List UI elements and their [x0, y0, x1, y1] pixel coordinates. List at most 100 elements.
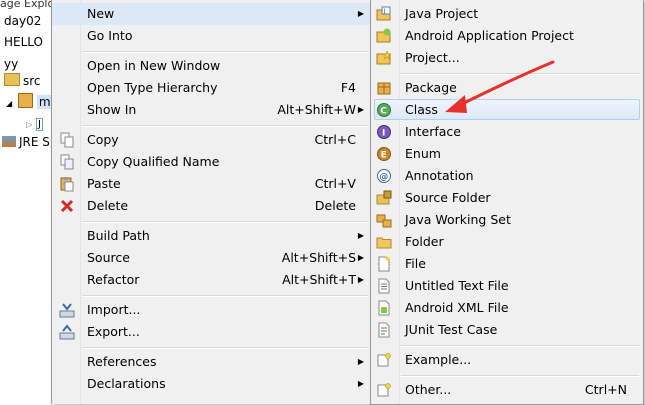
menu-item-new[interactable]: New ▶	[52, 3, 371, 25]
tree-item-jre[interactable]: JRE S	[2, 132, 50, 152]
menu-item-refactor[interactable]: Refactor Alt+Shift+T ▶	[52, 269, 371, 291]
submenu-item-source-folder[interactable]: Source Folder	[371, 187, 643, 209]
package-icon	[17, 93, 33, 108]
tree-item-day02[interactable]: day02	[4, 11, 41, 31]
submenu-item-label: Java Project	[405, 6, 479, 21]
menu-item-paste[interactable]: Paste Ctrl+V	[52, 173, 371, 195]
submenu-arrow-icon: ▶	[357, 357, 364, 366]
tree-item-label: JRE S	[19, 135, 50, 149]
shortcut-label: F4	[340, 80, 356, 95]
shortcut-label: Alt+Shift+T	[282, 272, 356, 287]
file-icon	[376, 256, 392, 272]
menu-item-label: Delete	[87, 198, 129, 213]
submenu-separator	[401, 73, 639, 75]
submenu-item-label: Folder	[405, 234, 444, 249]
source-folder-icon	[4, 73, 20, 86]
menu-item-label: Copy Qualified Name	[87, 154, 220, 169]
svg-text:C: C	[380, 107, 387, 117]
submenu-item-annotation[interactable]: @ Annotation	[371, 165, 643, 187]
menu-item-show-in[interactable]: Show In Alt+Shift+W ▶	[52, 99, 371, 121]
svg-text:@: @	[379, 173, 388, 183]
submenu-item-label: File	[405, 256, 426, 271]
submenu-item-label: JUnit Test Case	[405, 322, 498, 337]
submenu-item-java-working-set[interactable]: Java Working Set	[371, 209, 643, 231]
submenu-item-label: Annotation	[405, 168, 474, 183]
menu-item-label: Build Path	[87, 228, 150, 243]
menu-item-label: Paste	[87, 176, 121, 191]
menu-item-source[interactable]: Source Alt+Shift+S ▶	[52, 247, 371, 269]
export-icon	[59, 324, 75, 340]
tree-item-hello[interactable]: HELLO	[4, 32, 43, 52]
menu-item-export[interactable]: Export...	[52, 321, 371, 343]
submenu-item-java-project[interactable]: J Java Project	[371, 3, 643, 25]
source-folder-icon	[376, 190, 392, 206]
class-icon: C	[376, 102, 392, 118]
menu-item-build-path[interactable]: Build Path ▶	[52, 225, 371, 247]
tree-item-src[interactable]: src	[4, 71, 41, 91]
submenu-item-label: Untitled Text File	[405, 278, 509, 293]
submenu-item-label: Project...	[405, 50, 460, 65]
menu-item-copy-qualified-name[interactable]: Copy Qualified Name	[52, 151, 371, 173]
other-icon	[376, 382, 392, 398]
submenu-item-android-xml-file[interactable]: Android XML File	[371, 297, 643, 319]
menu-separator	[82, 295, 368, 297]
collapse-arrow-icon: ▷	[26, 120, 33, 129]
menu-item-label: Open Type Hierarchy	[87, 80, 218, 95]
tree-item-java-file[interactable]: ▷ J	[26, 113, 43, 133]
submenu-arrow-icon: ▶	[357, 9, 364, 18]
submenu-item-label: Java Working Set	[405, 212, 511, 227]
library-icon	[2, 136, 16, 147]
expand-arrow-icon: ◢	[6, 99, 13, 108]
folder-icon	[376, 234, 392, 250]
shortcut-label: Alt+Shift+S	[281, 250, 356, 265]
menu-item-label: References	[87, 354, 157, 369]
submenu-item-example[interactable]: Example...	[371, 349, 643, 371]
menu-item-delete[interactable]: Delete Delete	[52, 195, 371, 217]
submenu-item-label: Interface	[405, 124, 461, 139]
copy-qualified-icon	[59, 154, 75, 170]
submenu-arrow-icon: ▶	[357, 253, 364, 262]
submenu-item-label: Source Folder	[405, 190, 491, 205]
submenu-item-project[interactable]: Project...	[371, 47, 643, 69]
menu-separator	[82, 347, 368, 349]
context-menu: New ▶ Go Into Open in New Window Open Ty…	[51, 0, 371, 404]
submenu-item-other[interactable]: Other... Ctrl+N	[371, 379, 643, 401]
tree-item-package[interactable]: ◢ m	[6, 92, 53, 112]
submenu-item-interface[interactable]: I Interface	[371, 121, 643, 143]
menu-item-import[interactable]: Import...	[52, 299, 371, 321]
menu-item-declarations[interactable]: Declarations ▶	[52, 373, 371, 395]
menu-item-open-type-hierarchy[interactable]: Open Type Hierarchy F4	[52, 77, 371, 99]
example-icon	[376, 352, 392, 368]
submenu-arrow-icon: ▶	[357, 231, 364, 240]
menu-item-label: New	[87, 6, 115, 21]
submenu-item-untitled-text-file[interactable]: Untitled Text File	[371, 275, 643, 297]
project-icon	[376, 50, 392, 66]
java-project-icon: J	[376, 6, 392, 22]
submenu-item-class[interactable]: C Class	[371, 99, 643, 121]
shortcut-label: Ctrl+N	[584, 382, 627, 397]
submenu-arrow-icon: ▶	[357, 275, 364, 284]
submenu-item-junit-test-case[interactable]: JUnit Test Case	[371, 319, 643, 341]
submenu-item-label: Class	[405, 102, 438, 117]
menu-item-copy[interactable]: Copy Ctrl+C	[52, 129, 371, 151]
menu-item-open-in-new-window[interactable]: Open in New Window	[52, 55, 371, 77]
text-file-icon	[376, 278, 392, 294]
android-project-icon	[376, 28, 392, 44]
submenu-arrow-icon: ▶	[357, 379, 364, 388]
menu-item-references[interactable]: References ▶	[52, 351, 371, 373]
submenu-item-label: Other...	[405, 382, 452, 397]
delete-icon	[59, 198, 75, 214]
submenu-item-folder[interactable]: Folder	[371, 231, 643, 253]
shortcut-label: Delete	[314, 198, 356, 213]
submenu-item-package[interactable]: Package	[371, 77, 643, 99]
menu-separator	[82, 51, 368, 53]
menu-item-label: Declarations	[87, 376, 166, 391]
new-submenu: J Java Project Android Application Proje…	[370, 0, 644, 405]
submenu-item-file[interactable]: File	[371, 253, 643, 275]
submenu-item-enum[interactable]: E Enum	[371, 143, 643, 165]
menu-item-go-into[interactable]: Go Into	[52, 25, 371, 47]
submenu-arrow-icon: ▶	[357, 105, 364, 114]
copy-icon	[59, 132, 75, 148]
submenu-item-label: Android XML File	[405, 300, 509, 315]
submenu-item-android-application-project[interactable]: Android Application Project	[371, 25, 643, 47]
